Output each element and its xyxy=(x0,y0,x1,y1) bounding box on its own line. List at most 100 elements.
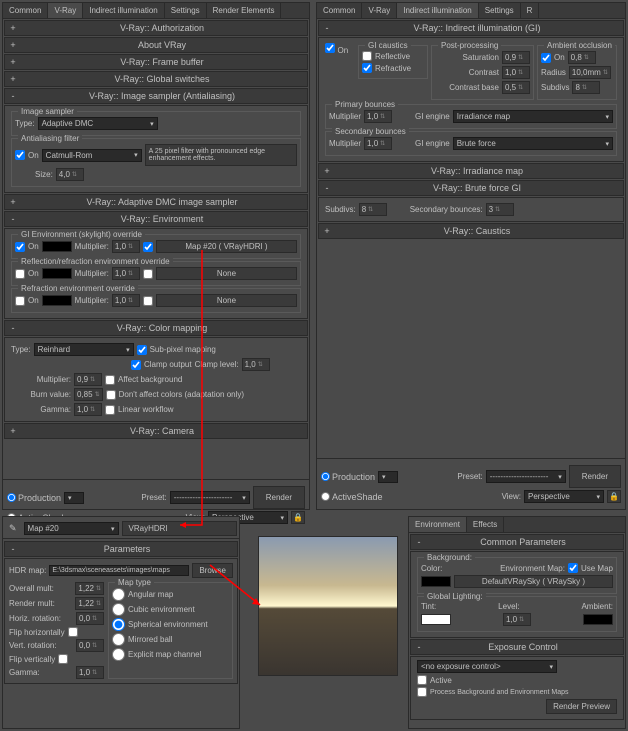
refr-color[interactable] xyxy=(42,295,72,306)
bg-color[interactable] xyxy=(421,576,451,587)
render-button-r[interactable]: Render xyxy=(569,465,621,488)
aa-filter-dropdown[interactable]: Catmull-Rom xyxy=(42,149,142,162)
production-radio[interactable] xyxy=(7,493,16,502)
reflective-checkbox[interactable] xyxy=(362,51,372,61)
tint-color[interactable] xyxy=(421,614,451,625)
tab-common[interactable]: Common xyxy=(3,3,48,18)
cm-mult-spinner[interactable]: 0,9 xyxy=(74,373,102,386)
tab-indirect-r[interactable]: Indirect illumination xyxy=(397,3,478,18)
rollout-bf[interactable]: -V-Ray:: Brute force GI xyxy=(318,180,624,196)
refl-map-button[interactable]: None xyxy=(156,267,297,280)
rollout-caustics[interactable]: +V-Ray:: Caustics xyxy=(318,223,624,239)
tab-effects[interactable]: Effects xyxy=(467,517,504,532)
clamp-checkbox[interactable] xyxy=(131,360,141,370)
tab-indirect[interactable]: Indirect illumination xyxy=(83,3,164,18)
tab-settings[interactable]: Settings xyxy=(165,3,207,18)
env-map-button[interactable]: DefaultVRaySky ( VRaySky ) xyxy=(454,575,613,588)
gamma-spinner[interactable]: 1,0 xyxy=(74,403,102,416)
gi-map-checkbox[interactable] xyxy=(143,242,153,252)
refl-mult-spinner[interactable]: 1,0 xyxy=(112,267,140,280)
tab-elements[interactable]: Render Elements xyxy=(207,3,282,18)
refr-map-checkbox[interactable] xyxy=(143,296,153,306)
clamp-spinner[interactable]: 1,0 xyxy=(242,358,270,371)
rollout-sampler[interactable]: -V-Ray:: Image sampler (Antialiasing) xyxy=(4,88,308,104)
bf-subdivs-spinner[interactable]: 8 xyxy=(359,203,387,216)
hdr-path-input[interactable]: E:\3dsmax\sceneassets\images\maps xyxy=(49,565,189,576)
vrot-spinner[interactable]: 0,0 xyxy=(76,639,104,652)
refr-map-button[interactable]: None xyxy=(156,294,297,307)
rollout-irrmap[interactable]: +V-Ray:: Irradiance map xyxy=(318,163,624,179)
gi-color[interactable] xyxy=(42,241,72,252)
tab-vray[interactable]: V-Ray xyxy=(48,3,83,18)
refl-on-checkbox[interactable] xyxy=(15,269,25,279)
lock-icon-r[interactable]: 🔒 xyxy=(607,490,621,503)
sec-bounces-spinner[interactable]: 3 xyxy=(486,203,514,216)
ao-spinner[interactable]: 0,8 xyxy=(568,51,596,64)
refr-on-checkbox[interactable] xyxy=(15,296,25,306)
render-mult-spinner[interactable]: 1,22 xyxy=(75,597,104,610)
subdivs-spinner[interactable]: 8 xyxy=(572,81,600,94)
refl-map-checkbox[interactable] xyxy=(143,269,153,279)
rollout-exposure[interactable]: -Exposure Control xyxy=(410,639,624,655)
ambient-color[interactable] xyxy=(583,614,613,625)
use-map-checkbox[interactable] xyxy=(568,563,578,573)
cm-type-dropdown[interactable]: Reinhard xyxy=(34,343,134,356)
s-engine-dropdown[interactable]: Brute force xyxy=(453,137,613,150)
mirrored-radio[interactable] xyxy=(112,633,125,646)
ao-on-checkbox[interactable] xyxy=(541,53,551,63)
refr-mult-spinner[interactable]: 1,0 xyxy=(112,294,140,307)
activeshade-radio-r[interactable] xyxy=(321,492,330,501)
render-preview-button[interactable]: Render Preview xyxy=(546,699,617,714)
rollout-colormap[interactable]: -V-Ray:: Color mapping xyxy=(4,320,308,336)
render-button[interactable]: Render xyxy=(253,486,305,509)
hrot-spinner[interactable]: 0,0 xyxy=(76,612,104,625)
p-engine-dropdown[interactable]: Irradiance map xyxy=(453,110,613,123)
level-spinner[interactable]: 1,0 xyxy=(503,613,531,626)
overall-spinner[interactable]: 1,22 xyxy=(75,582,104,595)
rollout-params[interactable]: -Parameters xyxy=(4,541,238,557)
dont-affect-checkbox[interactable] xyxy=(106,390,116,400)
browse-button[interactable]: Browse xyxy=(192,563,233,578)
s-mult-spinner[interactable]: 1,0 xyxy=(364,137,392,150)
subpixel-checkbox[interactable] xyxy=(137,345,147,355)
process-bg-checkbox[interactable] xyxy=(417,687,427,697)
refractive-checkbox[interactable] xyxy=(362,63,372,73)
tab-common-r[interactable]: Common xyxy=(317,3,362,18)
sat-spinner[interactable]: 0,9 xyxy=(502,51,530,64)
gi-map-button[interactable]: Map #20 ( VRayHDRI ) xyxy=(156,240,297,253)
view-dropdown-r[interactable]: Perspective xyxy=(524,490,604,503)
affect-bg-checkbox[interactable] xyxy=(105,375,115,385)
preset-dropdown-r[interactable]: ---------------------- xyxy=(486,470,566,483)
burn-spinner[interactable]: 0,85 xyxy=(74,388,103,401)
rollout-auth[interactable]: +V-Ray:: Authorization xyxy=(4,20,308,36)
tab-environment[interactable]: Environment xyxy=(409,517,467,532)
preset-dropdown[interactable]: ---------------------- xyxy=(170,491,250,504)
map-name-dropdown[interactable]: Map #20 xyxy=(24,522,119,535)
exposure-dropdown[interactable]: <no exposure control> xyxy=(417,660,557,673)
size-spinner[interactable]: 4,0 xyxy=(56,168,84,181)
rollout-camera[interactable]: +V-Ray:: Camera xyxy=(4,423,308,439)
flipv-checkbox[interactable] xyxy=(58,654,68,664)
tab-vray-r[interactable]: V-Ray xyxy=(362,3,397,18)
production-dropdown-r[interactable] xyxy=(378,471,398,483)
rollout-common-params[interactable]: -Common Parameters xyxy=(410,534,624,550)
tab-settings-r[interactable]: Settings xyxy=(479,3,521,18)
p-mult-spinner[interactable]: 1,0 xyxy=(364,110,392,123)
radius-spinner[interactable]: 10,0mm xyxy=(569,66,611,79)
cubic-radio[interactable] xyxy=(112,603,125,616)
m-gamma-spinner[interactable]: 1,0 xyxy=(76,666,104,679)
production-radio-r[interactable] xyxy=(321,472,330,481)
rollout-framebuf[interactable]: +V-Ray:: Frame buffer xyxy=(4,54,308,70)
rollout-gi[interactable]: -V-Ray:: Indirect illumination (GI) xyxy=(318,20,624,36)
gi-on-checkbox[interactable] xyxy=(15,242,25,252)
rollout-globals[interactable]: +V-Ray:: Global switches xyxy=(4,71,308,87)
rollout-about[interactable]: +About VRay xyxy=(4,37,308,53)
cbase-spinner[interactable]: 0,5 xyxy=(502,81,530,94)
angular-radio[interactable] xyxy=(112,588,125,601)
rollout-env[interactable]: -V-Ray:: Environment xyxy=(4,211,308,227)
explicit-radio[interactable] xyxy=(112,648,125,661)
refl-color[interactable] xyxy=(42,268,72,279)
fliph-checkbox[interactable] xyxy=(68,627,78,637)
contrast-spinner[interactable]: 1,0 xyxy=(502,66,530,79)
active-checkbox[interactable] xyxy=(417,675,427,685)
